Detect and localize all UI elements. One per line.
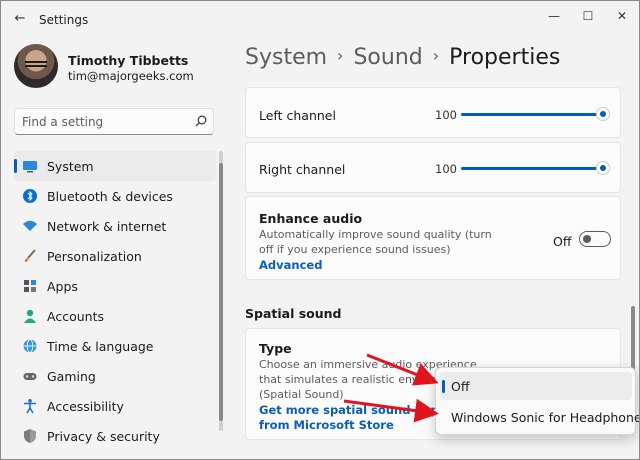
title-bar: ← Settings — ☐ ✕: [1, 1, 639, 39]
accessibility-icon: [24, 399, 36, 414]
gamepad-icon: [23, 373, 37, 380]
search-icon[interactable]: [194, 114, 208, 128]
left-channel-card: Left channel 100: [245, 87, 621, 138]
right-channel-slider-thumb[interactable]: [596, 161, 610, 175]
sidebar-item-personalization[interactable]: Personalization: [14, 241, 216, 271]
avatar-glasses: [25, 61, 47, 67]
breadcrumb-sound[interactable]: Sound: [353, 45, 422, 70]
breadcrumb-separator: ›: [337, 46, 344, 65]
right-channel-value: 100: [435, 162, 457, 176]
sidebar-item-label: Personalization: [47, 249, 142, 264]
left-channel-value: 100: [435, 108, 457, 122]
brush-icon: [24, 249, 36, 262]
enhance-audio-card: Enhance audio Automatically improve soun…: [245, 196, 621, 280]
wifi-icon: [23, 220, 37, 231]
left-channel-label: Left channel: [259, 108, 336, 123]
user-name: Timothy Tibbetts: [68, 53, 189, 68]
spatial-sound-dropdown: Off Windows Sonic for Headphones: [435, 367, 639, 435]
search-box[interactable]: [14, 108, 214, 135]
sidebar-item-label: Accounts: [47, 309, 104, 324]
sidebar-item-apps[interactable]: Apps: [14, 271, 216, 301]
avatar[interactable]: [14, 44, 58, 88]
sidebar-item-accessibility[interactable]: Accessibility: [14, 391, 216, 421]
dropdown-option-label: Off: [451, 379, 470, 394]
user-email: tim@majorgeeks.com: [68, 69, 194, 83]
sidebar-item-bluetooth[interactable]: Bluetooth & devices: [14, 181, 216, 211]
close-button[interactable]: ✕: [607, 5, 637, 27]
sidebar-item-time-language[interactable]: Time & language: [14, 331, 216, 361]
sidebar-item-system[interactable]: System: [14, 151, 216, 181]
active-indicator: [14, 159, 17, 173]
sidebar-item-label: Accessibility: [47, 399, 124, 414]
advanced-link[interactable]: Advanced: [259, 258, 322, 272]
dropdown-option-label: Windows Sonic for Headphones: [451, 410, 640, 425]
spatial-apps-store-link[interactable]: Get more spatial sound apps from Microso…: [259, 403, 449, 433]
left-channel-slider-thumb[interactable]: [596, 107, 610, 121]
right-channel-label: Right channel: [259, 162, 346, 177]
dropdown-option-off[interactable]: Off: [440, 372, 632, 400]
shield-icon: [24, 429, 36, 443]
app-title: Settings: [39, 13, 89, 27]
bluetooth-icon: [23, 189, 37, 203]
enhance-audio-toggle-label: Off: [553, 234, 572, 249]
right-channel-slider-track[interactable]: [461, 167, 603, 170]
sidebar-item-network[interactable]: Network & internet: [14, 211, 216, 241]
dropdown-option-windows-sonic[interactable]: Windows Sonic for Headphones: [440, 403, 639, 431]
left-channel-slider-track[interactable]: [461, 113, 603, 116]
enhance-audio-description: Automatically improve sound quality (tur…: [259, 228, 492, 256]
sidebar-item-label: Network & internet: [47, 219, 167, 234]
page-title: Properties: [449, 45, 561, 70]
back-button[interactable]: ←: [11, 9, 29, 29]
apps-icon: [24, 280, 36, 292]
selected-indicator: [442, 380, 445, 393]
sidebar-item-label: Gaming: [47, 369, 96, 384]
enhance-audio-title: Enhance audio: [259, 211, 363, 226]
system-icon: [23, 161, 37, 173]
person-icon: [24, 309, 36, 323]
sidebar-nav: System Bluetooth & devices Network & int…: [14, 151, 216, 451]
maximize-button[interactable]: ☐: [573, 5, 603, 27]
right-channel-card: Right channel 100: [245, 142, 621, 193]
spatial-sound-heading: Spatial sound: [245, 306, 342, 321]
sidebar-item-label: System: [47, 159, 94, 174]
enhance-audio-toggle[interactable]: [579, 231, 611, 247]
sidebar-item-gaming[interactable]: Gaming: [14, 361, 216, 391]
globe-icon: [23, 339, 37, 353]
breadcrumb-separator: ›: [432, 46, 440, 65]
sidebar-scrollbar[interactable]: [219, 151, 223, 431]
sidebar-item-label: Bluetooth & devices: [47, 189, 173, 204]
search-input[interactable]: [22, 113, 192, 131]
sidebar-item-label: Apps: [47, 279, 78, 294]
minimize-button[interactable]: —: [539, 5, 569, 27]
sidebar-item-label: Privacy & security: [47, 429, 160, 444]
sidebar-item-accounts[interactable]: Accounts: [14, 301, 216, 331]
breadcrumb-system[interactable]: System: [245, 45, 327, 70]
spatial-type-title: Type: [259, 341, 292, 356]
sidebar-scrollbar-thumb[interactable]: [219, 163, 223, 421]
sidebar-item-label: Time & language: [47, 339, 154, 354]
settings-window: ← Settings — ☐ ✕ Timothy Tibbetts tim@ma…: [0, 0, 640, 460]
sidebar-item-privacy-security[interactable]: Privacy & security: [14, 421, 216, 451]
breadcrumb: System › Sound › Properties: [245, 45, 560, 70]
